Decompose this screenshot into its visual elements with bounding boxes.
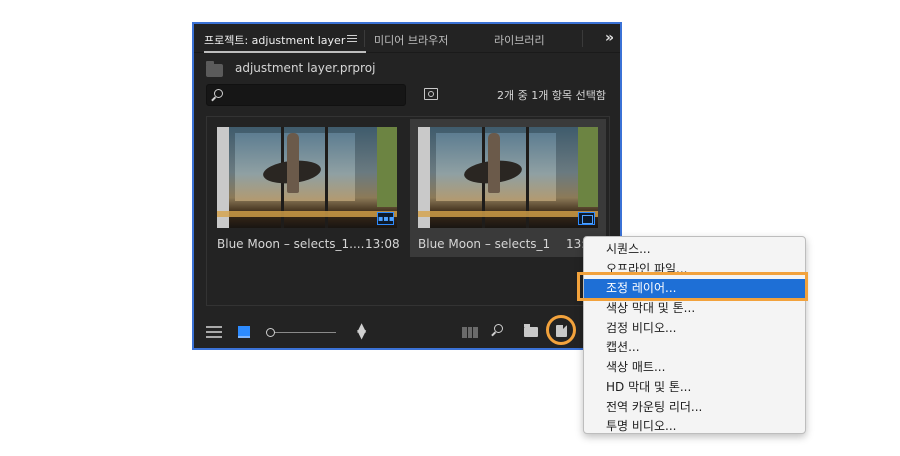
menu-item-captions[interactable]: 캡션...: [584, 338, 805, 358]
menu-item-black-video[interactable]: 검정 비디오...: [584, 319, 805, 339]
panel-menu-icon[interactable]: [347, 35, 357, 43]
active-tab-indicator: [204, 51, 366, 53]
zoom-slider-handle[interactable]: [266, 328, 275, 337]
menu-item-sequence[interactable]: 시퀀스...: [584, 240, 805, 260]
tab-separator: [364, 30, 365, 47]
sequence-badge-icon: ▪▪▪: [377, 212, 395, 225]
search-input[interactable]: [206, 84, 406, 106]
find-icon[interactable]: [494, 324, 503, 333]
create-search-bin-icon[interactable]: [424, 88, 438, 100]
sort-icons-icon[interactable]: ▲ ▼: [357, 321, 366, 340]
project-items-grid: ▪▪▪ Blue Moon – selects_1.... 13:08 Blue…: [206, 116, 610, 306]
project-file-icon: [206, 61, 223, 77]
project-item[interactable]: ▪▪▪ Blue Moon – selects_1.... 13:08: [209, 119, 405, 257]
item-thumbnail: [418, 127, 598, 228]
list-view-icon[interactable]: [206, 326, 222, 338]
item-title: Blue Moon – selects_1....: [217, 237, 365, 251]
panel-tab-bar: 프로젝트: adjustment layer 미디어 브라우저 라이브러리 »: [194, 24, 620, 53]
menu-item-transparent-video[interactable]: 투명 비디오...: [584, 417, 805, 437]
menu-item-universal-counting-leader[interactable]: 전역 카운팅 리더...: [584, 398, 805, 418]
new-item-highlight-ring: [546, 315, 576, 345]
item-thumbnail: ▪▪▪: [217, 127, 397, 228]
menu-item-highlight-box: [577, 272, 808, 301]
new-bin-icon[interactable]: [524, 324, 538, 337]
tab-project[interactable]: 프로젝트: adjustment layer: [204, 32, 345, 48]
tab-overflow-icon[interactable]: »: [605, 30, 614, 46]
project-item-selected[interactable]: Blue Moon – selects_1 13:: [410, 119, 606, 257]
menu-item-hd-bars-and-tone[interactable]: HD 막대 및 톤...: [584, 378, 805, 398]
search-icon: [214, 89, 223, 98]
item-duration: 13:08: [365, 237, 400, 251]
new-item-context-menu: 시퀀스... 오프라인 파일... 조정 레이어... 색상 막대 및 톤...…: [583, 236, 806, 434]
adjustment-layer-badge-icon: [578, 212, 595, 225]
item-title: Blue Moon – selects_1: [418, 237, 551, 251]
menu-item-bars-and-tone[interactable]: 색상 막대 및 톤...: [584, 299, 805, 319]
icon-view-icon[interactable]: [238, 326, 250, 338]
tab-separator: [582, 30, 583, 47]
tab-media-browser[interactable]: 미디어 브라우저: [374, 32, 448, 48]
project-file-name: adjustment layer.prproj: [235, 61, 376, 75]
zoom-slider[interactable]: [270, 332, 336, 333]
project-panel: 프로젝트: adjustment layer 미디어 브라우저 라이브러리 » …: [192, 22, 622, 350]
selection-count: 2개 중 1개 항목 선택함: [497, 89, 606, 102]
tab-libraries[interactable]: 라이브러리: [494, 32, 545, 48]
menu-item-color-matte[interactable]: 색상 매트...: [584, 358, 805, 378]
automate-to-sequence-icon: [462, 327, 479, 338]
